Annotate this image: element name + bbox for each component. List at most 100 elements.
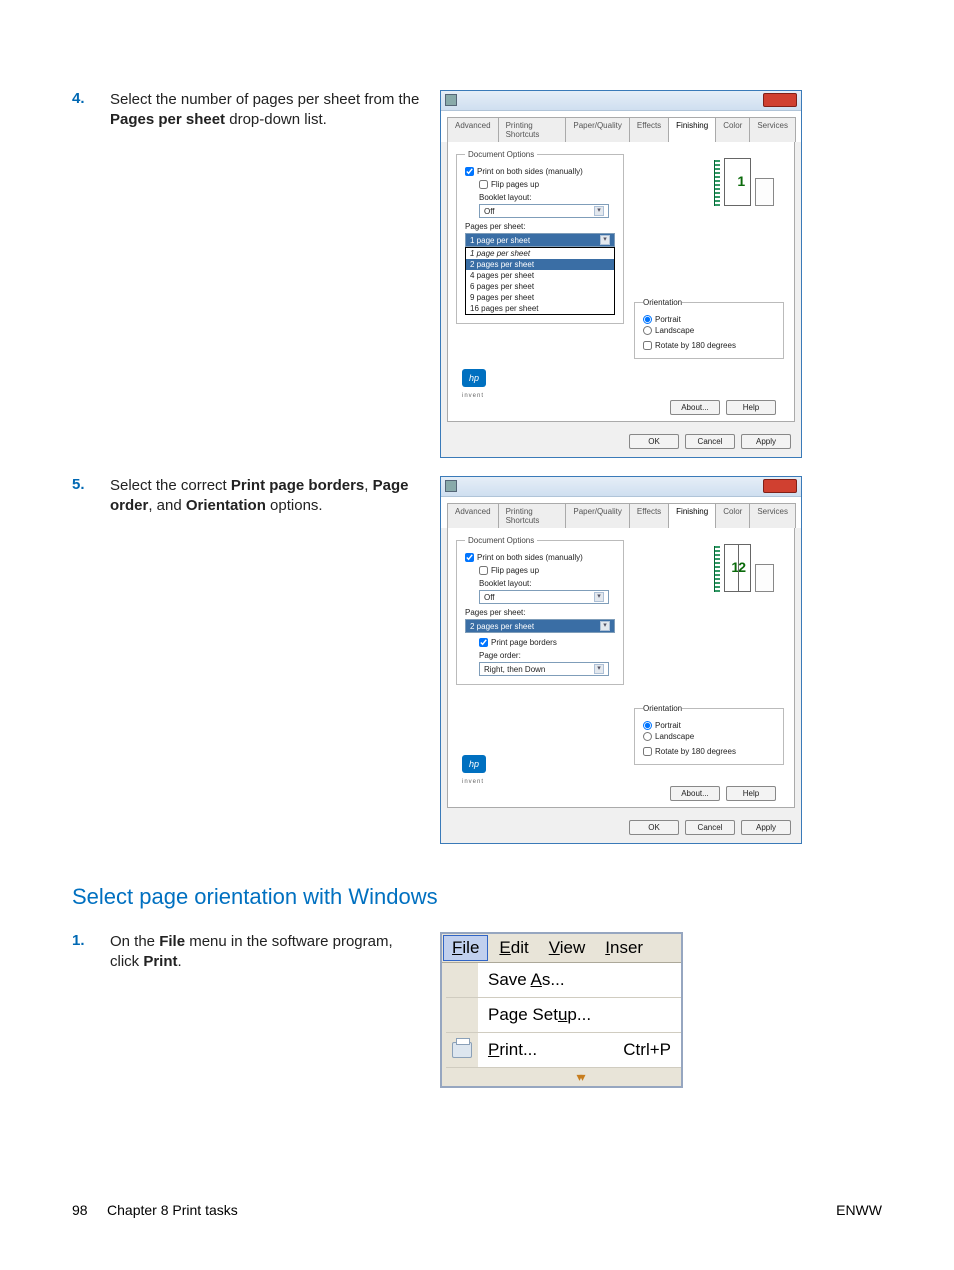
portrait-radio[interactable]: Portrait (643, 721, 775, 730)
pages-per-sheet-dropdown[interactable]: 1 page per sheet 2 pages per sheet 4 pag… (465, 247, 615, 315)
page-order-combo[interactable]: Right, then Down▾ (479, 662, 609, 676)
page-icon: 12 (724, 544, 751, 592)
rotate-checkbox[interactable]: Rotate by 180 degrees (643, 747, 736, 756)
booklet-layout-label: Booklet layout: (479, 579, 615, 588)
menu-view[interactable]: View (539, 934, 596, 962)
page-preview: 12 (714, 532, 774, 592)
menu-expand[interactable]: ▾▾ (446, 1067, 681, 1086)
app-icon (445, 94, 457, 106)
titlebar (441, 477, 801, 497)
tab-body: Document Options Print on both sides (ma… (447, 142, 795, 422)
tab-paper-quality[interactable]: Paper/Quality (565, 117, 629, 142)
tab-body: Document Options Print on both sides (ma… (447, 528, 795, 808)
file-menu-screenshot: File Edit View Inser Save As... Page Set… (440, 932, 683, 1088)
hp-logo-icon: hp (462, 369, 486, 387)
help-button[interactable]: Help (726, 786, 776, 801)
step-number: 1. (72, 932, 110, 1088)
print-page-borders-checkbox[interactable]: Print page borders (479, 638, 557, 647)
booklet-layout-label: Booklet layout: (479, 193, 615, 202)
flip-icon (755, 178, 774, 206)
about-button[interactable]: About... (670, 400, 720, 415)
print-both-sides-checkbox[interactable]: Print on both sides (manually) (465, 167, 583, 176)
step-number: 5. (72, 476, 110, 844)
print-properties-dialog: Advanced Printing Shortcuts Paper/Qualit… (440, 90, 802, 458)
step-5: 5. Select the correct Print page borders… (72, 476, 882, 844)
help-button[interactable]: Help (726, 400, 776, 415)
close-icon[interactable] (763, 479, 797, 493)
text: Select the number of pages per sheet fro… (110, 91, 419, 108)
pps-option[interactable]: 9 pages per sheet (466, 292, 614, 303)
file-menu: File Edit View Inser Save As... Page Set… (440, 932, 683, 1088)
document-options-group: Document Options Print on both sides (ma… (456, 536, 624, 685)
tab-shortcuts[interactable]: Printing Shortcuts (498, 503, 567, 528)
orientation-group-container: Orientation Portrait Landscape Rotate by… (634, 704, 784, 765)
menu-item-save-as[interactable]: Save As... (446, 963, 681, 997)
tab-color[interactable]: Color (715, 503, 750, 528)
pages-per-sheet-combo[interactable]: 2 pages per sheet▾ (465, 619, 615, 633)
apply-button[interactable]: Apply (741, 820, 791, 835)
rotate-checkbox[interactable]: Rotate by 180 degrees (643, 341, 736, 350)
landscape-radio[interactable]: Landscape (643, 732, 775, 741)
page-preview: 1 (714, 146, 774, 206)
bold: Pages per sheet (110, 111, 225, 128)
close-icon[interactable] (763, 93, 797, 107)
pps-option[interactable]: 4 pages per sheet (466, 270, 614, 281)
hp-invent-text: invent (462, 779, 484, 785)
tab-shortcuts[interactable]: Printing Shortcuts (498, 117, 567, 142)
menu-insert[interactable]: Inser (595, 934, 653, 962)
dialog-screenshot-pages-per-sheet: Advanced Printing Shortcuts Paper/Qualit… (440, 90, 802, 458)
ok-button[interactable]: OK (629, 820, 679, 835)
flip-icon (755, 564, 774, 592)
titlebar (441, 91, 801, 111)
orientation-group: Orientation Portrait Landscape Rotate by… (634, 298, 784, 359)
file-menu-dropdown: Save As... Page Setup... Print...Ctrl+P … (442, 963, 681, 1086)
tab-finishing[interactable]: Finishing (668, 117, 716, 142)
hp-logo-icon: hp (462, 755, 486, 773)
tab-services[interactable]: Services (749, 503, 796, 528)
page-footer: 98 Chapter 8 Print tasks ENWW (72, 1202, 882, 1218)
about-button[interactable]: About... (670, 786, 720, 801)
menu-edit[interactable]: Edit (489, 934, 538, 962)
pps-option[interactable]: 16 pages per sheet (466, 303, 614, 314)
step-text: Select the correct Print page borders, P… (110, 476, 440, 844)
pps-option[interactable]: 1 page per sheet (466, 248, 614, 259)
tab-finishing[interactable]: Finishing (668, 503, 716, 528)
pps-option[interactable]: 6 pages per sheet (466, 281, 614, 292)
legend: Document Options (465, 536, 537, 545)
pages-per-sheet-label: Pages per sheet: (465, 608, 615, 617)
landscape-radio[interactable]: Landscape (643, 326, 775, 335)
tab-effects[interactable]: Effects (629, 503, 669, 528)
menu-item-page-setup[interactable]: Page Setup... (446, 997, 681, 1032)
booklet-layout-combo[interactable]: Off▾ (479, 590, 609, 604)
tab-effects[interactable]: Effects (629, 117, 669, 142)
flip-pages-up-checkbox[interactable]: Flip pages up (479, 566, 539, 575)
tab-advanced[interactable]: Advanced (447, 503, 499, 528)
cancel-button[interactable]: Cancel (685, 434, 735, 449)
tab-services[interactable]: Services (749, 117, 796, 142)
step-text: On the File menu in the software program… (110, 932, 440, 1088)
cancel-button[interactable]: Cancel (685, 820, 735, 835)
legend: Orientation (643, 298, 682, 307)
document-options-group: Document Options Print on both sides (ma… (456, 150, 624, 324)
tab-advanced[interactable]: Advanced (447, 117, 499, 142)
page-order-label: Page order: (479, 651, 615, 660)
menu-file[interactable]: File (443, 935, 488, 961)
booklet-layout-combo[interactable]: Off▾ (479, 204, 609, 218)
menubar: File Edit View Inser (442, 934, 681, 963)
pages-per-sheet-combo[interactable]: 1 page per sheet▾ (465, 233, 615, 247)
apply-button[interactable]: Apply (741, 434, 791, 449)
ok-button[interactable]: OK (629, 434, 679, 449)
text: drop-down list. (225, 111, 327, 128)
tab-color[interactable]: Color (715, 117, 750, 142)
print-both-sides-checkbox[interactable]: Print on both sides (manually) (465, 553, 583, 562)
portrait-radio[interactable]: Portrait (643, 315, 775, 324)
legend: Document Options (465, 150, 537, 159)
pps-option[interactable]: 2 pages per sheet (466, 259, 614, 270)
orientation-group: Orientation Portrait Landscape Rotate by… (634, 704, 784, 765)
menu-item-print[interactable]: Print...Ctrl+P (446, 1032, 681, 1067)
chevron-down-icon: ▾▾ (576, 1070, 582, 1084)
chapter-title: Chapter 8 Print tasks (107, 1202, 238, 1218)
tab-paper-quality[interactable]: Paper/Quality (565, 503, 629, 528)
section-heading: Select page orientation with Windows (72, 884, 882, 910)
flip-pages-up-checkbox[interactable]: Flip pages up (479, 180, 539, 189)
